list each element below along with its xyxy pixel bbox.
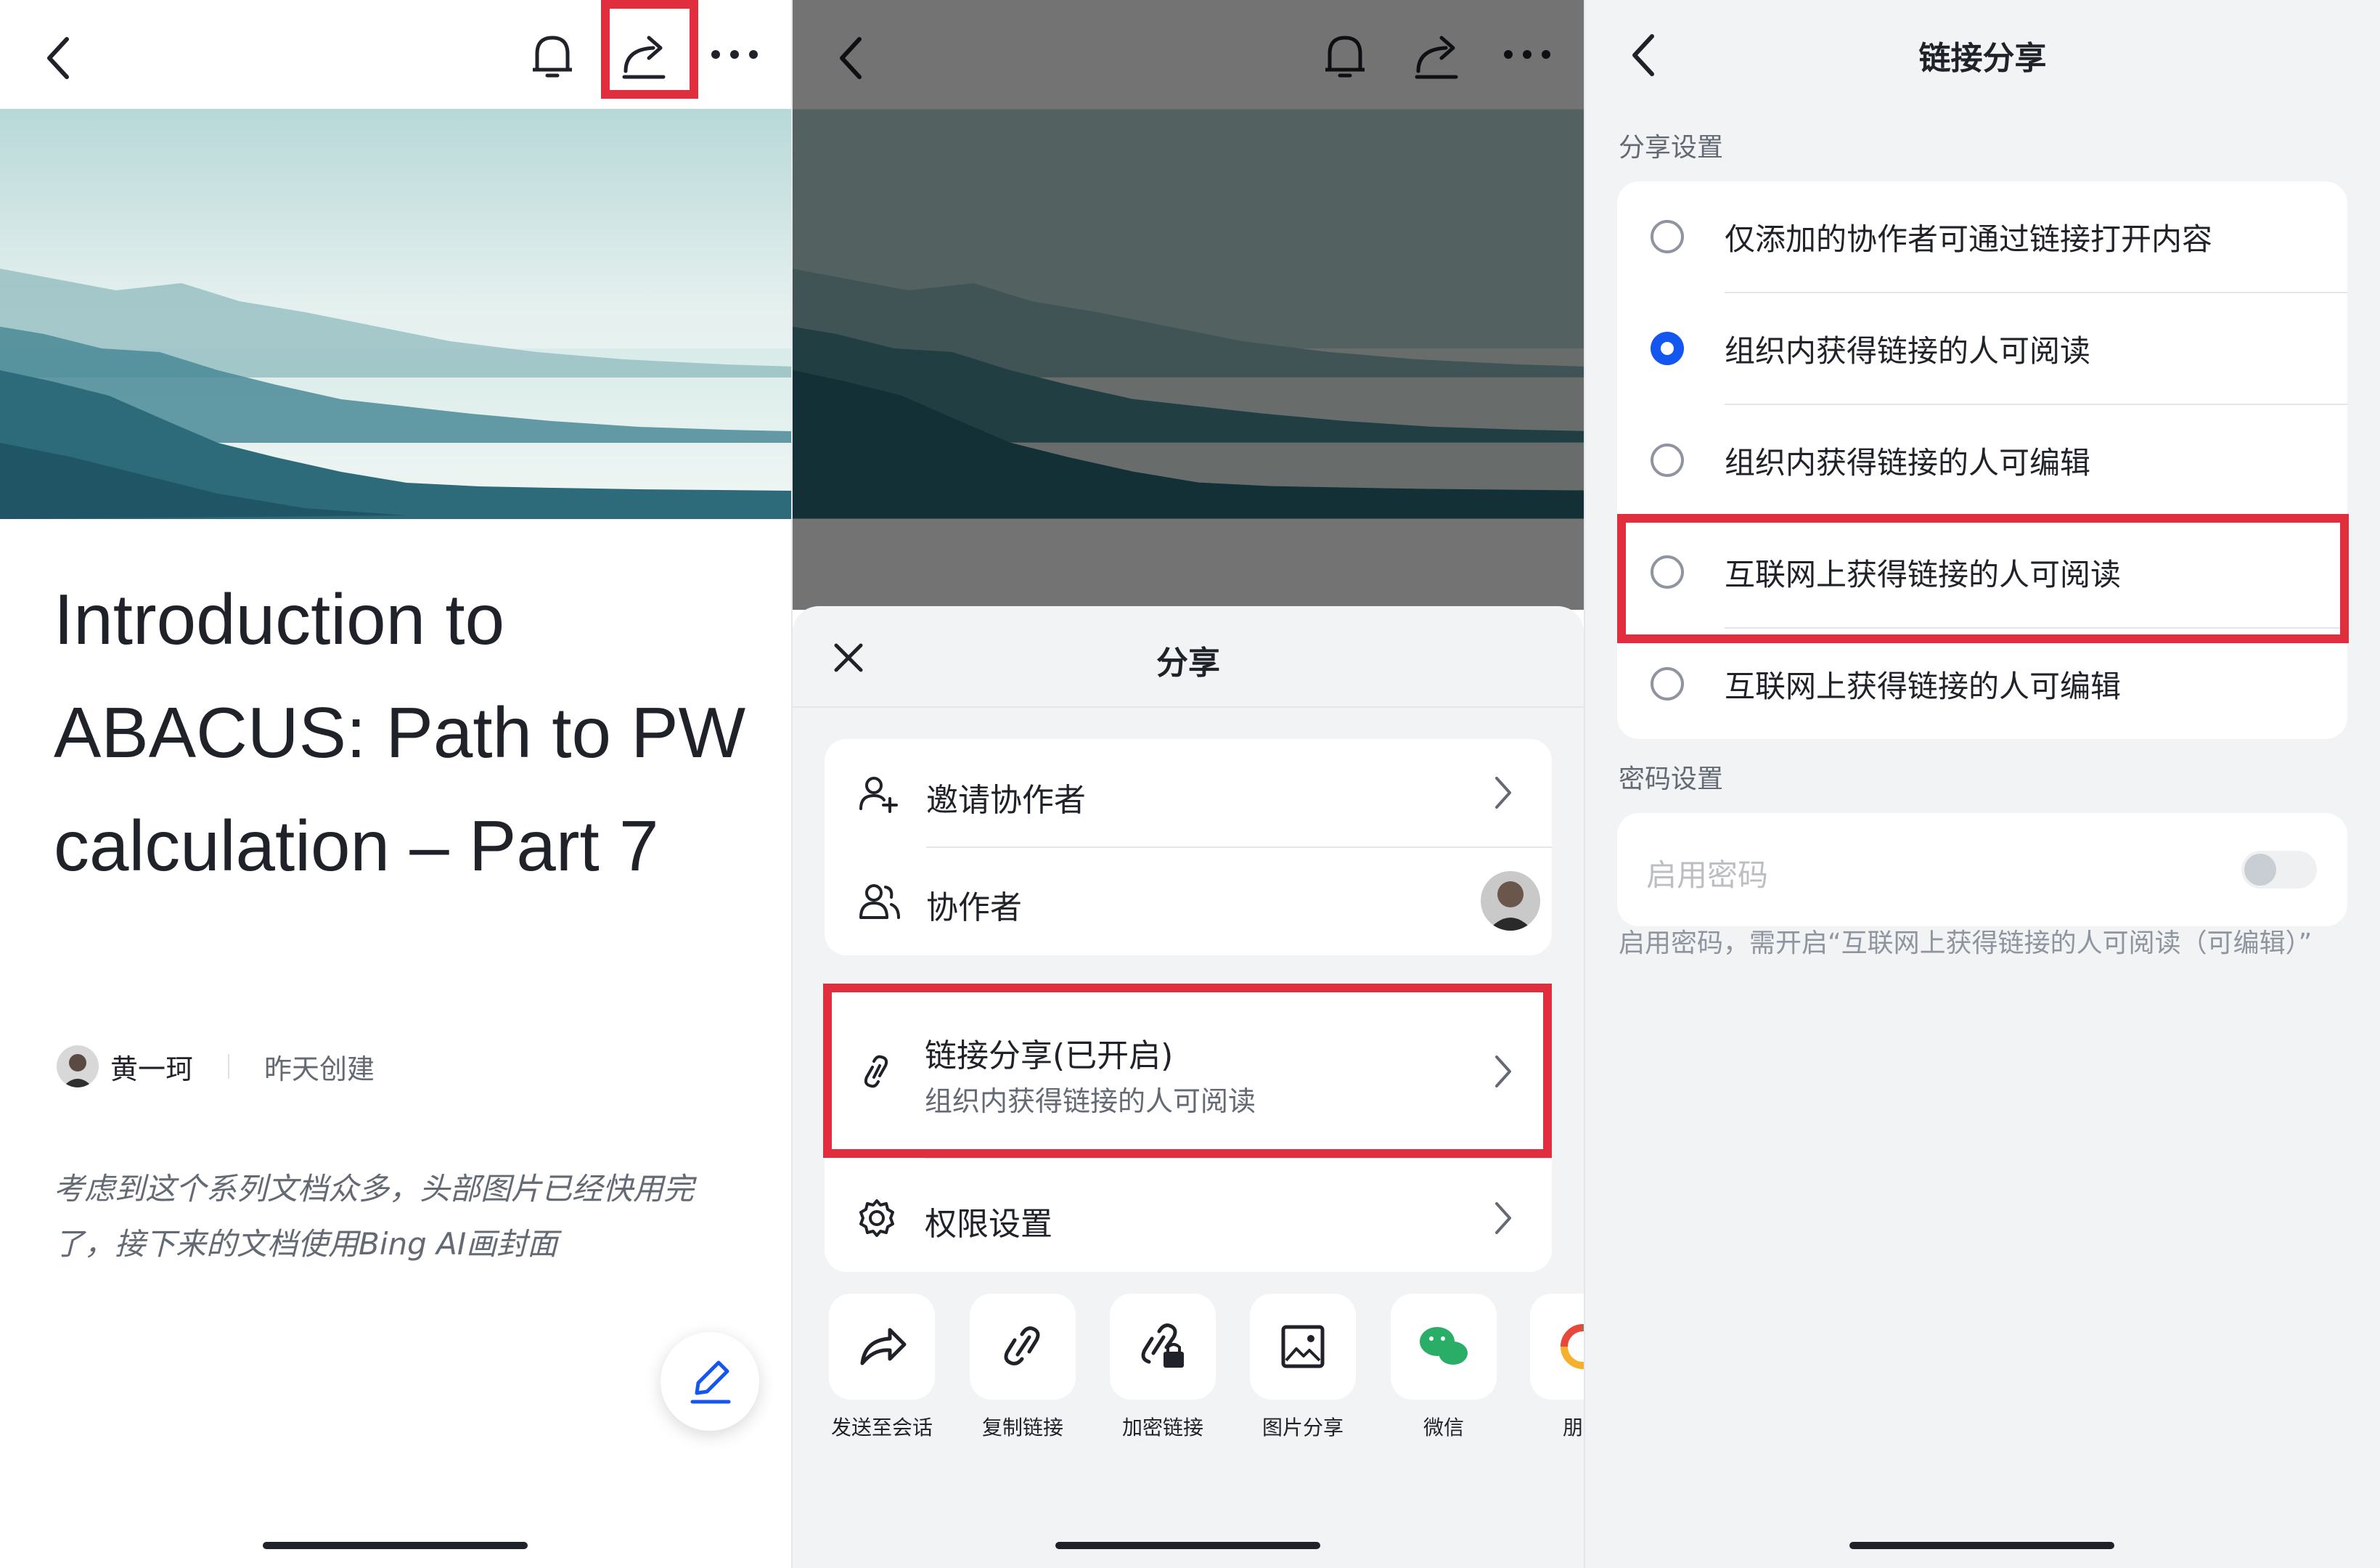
radio-button[interactable] — [1651, 667, 1684, 701]
add-person-icon — [858, 774, 899, 814]
created-time: 昨天创建 — [264, 1053, 375, 1085]
share-target-label: 朋友 — [1562, 1416, 1584, 1440]
radio-button-selected[interactable] — [1651, 332, 1684, 365]
sheet-title: 分享 — [1156, 645, 1220, 682]
bell-icon[interactable] — [528, 30, 576, 83]
password-settings-label: 密码设置 — [1619, 764, 1724, 794]
permission-settings-row[interactable]: 权限设置 — [825, 1163, 1552, 1272]
toggle-knob — [2244, 854, 2276, 886]
home-indicator — [263, 1542, 528, 1549]
send-to-chat-button[interactable] — [829, 1294, 935, 1400]
share-target-label: 图片分享 — [1261, 1416, 1344, 1440]
radio-button[interactable] — [1651, 220, 1684, 253]
chevron-right-icon — [1492, 1199, 1514, 1237]
more-icon[interactable] — [708, 44, 761, 65]
chevron-right-icon — [1492, 774, 1514, 812]
share-highlight-box — [601, 0, 698, 99]
option-collaborators-only[interactable]: 仅添加的协作者可通过链接打开内容 — [1617, 181, 2347, 292]
people-icon — [858, 881, 901, 922]
invite-collaborator-row[interactable]: 邀请协作者 — [825, 739, 1552, 846]
invite-label: 邀请协作者 — [926, 782, 1086, 819]
share-target-label: 加密链接 — [1121, 1416, 1203, 1440]
share-target-label: 微信 — [1423, 1416, 1464, 1440]
back-icon[interactable] — [42, 35, 74, 81]
share-sheet: 分享 邀请协作者 协作者 链接分享(已开启) 组织内获得链接的人可阅读 权限设置… — [793, 606, 1584, 1568]
collaborators-label: 协作者 — [926, 889, 1022, 926]
option-org-edit[interactable]: 组织内获得链接的人可编辑 — [1617, 405, 2347, 515]
document-title: Introduction to ABACUS: Path to PW calcu… — [54, 579, 746, 886]
collaborator-avatar — [1481, 871, 1540, 931]
lock-link-icon — [1141, 1323, 1184, 1368]
internet-read-highlight-box — [1617, 514, 2349, 643]
home-indicator — [1849, 1542, 2114, 1549]
option-label: 组织内获得链接的人可编辑 — [1725, 445, 2091, 481]
page-title: 链接分享 — [1918, 40, 2047, 77]
author-name[interactable]: 黄一珂 — [110, 1047, 193, 1087]
wechat-button[interactable] — [1391, 1294, 1497, 1400]
moments-icon — [1561, 1324, 1584, 1369]
home-indicator — [1055, 1542, 1320, 1549]
edit-button[interactable] — [661, 1332, 759, 1431]
option-label: 组织内获得链接的人可阅读 — [1725, 333, 2091, 369]
share-sheet-screen: 分享 邀请协作者 协作者 链接分享(已开启) 组织内获得链接的人可阅读 权限设置… — [793, 0, 1584, 1568]
document-meta: 黄一珂 昨天创建 — [57, 1044, 375, 1089]
link-share-highlight-box — [823, 984, 1552, 1158]
collaborators-row[interactable]: 协作者 — [825, 848, 1552, 955]
image-share-button[interactable] — [1250, 1294, 1356, 1400]
option-internet-edit[interactable]: 互联网上获得链接的人可编辑 — [1617, 629, 2347, 739]
meta-divider — [228, 1054, 230, 1079]
share-target-label: 复制链接 — [981, 1416, 1063, 1440]
share-options-card: 仅添加的协作者可通过链接打开内容 组织内获得链接的人可阅读 组织内获得链接的人可… — [1617, 181, 2347, 739]
moments-button[interactable] — [1530, 1294, 1584, 1400]
option-label: 互联网上获得链接的人可编辑 — [1725, 669, 2122, 704]
document-quote: 考虑到这个系列文档众多，头部图片已经快用完了，接下来的文档使用Bing AI画封… — [54, 1171, 695, 1262]
image-icon — [1281, 1325, 1325, 1368]
collaborators-card: 邀请协作者 协作者 — [825, 739, 1552, 955]
radio-button[interactable] — [1651, 444, 1684, 477]
author-avatar[interactable] — [57, 1045, 99, 1087]
option-org-read[interactable]: 组织内获得链接的人可阅读 — [1617, 293, 2347, 404]
permission-settings-label: 权限设置 — [925, 1206, 1052, 1243]
sheet-header-divider — [793, 706, 1584, 708]
encrypted-link-button[interactable] — [1110, 1294, 1216, 1400]
wechat-icon — [1420, 1327, 1468, 1365]
option-label: 仅添加的协作者可通过链接打开内容 — [1725, 221, 2213, 257]
cover-image — [0, 109, 791, 519]
password-toggle[interactable] — [2241, 851, 2317, 889]
link-settings-screen: 链接分享 分享设置 仅添加的协作者可通过链接打开内容 组织内获得链接的人可阅读 … — [1585, 0, 2380, 1568]
password-label: 启用密码 — [1646, 857, 1769, 893]
password-card: 启用密码 — [1617, 813, 2347, 926]
gear-icon — [856, 1198, 897, 1238]
share-settings-label: 分享设置 — [1619, 133, 1724, 163]
forward-icon — [860, 1328, 907, 1365]
copy-link-button[interactable] — [970, 1294, 1076, 1400]
link-icon — [1004, 1326, 1040, 1365]
dim-overlay[interactable] — [793, 0, 1584, 610]
password-hint: 启用密码，需开启“互联网上获得链接的人可阅读（可编辑）” — [1619, 928, 2312, 958]
document-screen: Introduction to ABACUS: Path to PW calcu… — [0, 0, 791, 1568]
pencil-icon — [690, 1360, 731, 1404]
share-target-label: 发送至会话 — [830, 1416, 933, 1440]
